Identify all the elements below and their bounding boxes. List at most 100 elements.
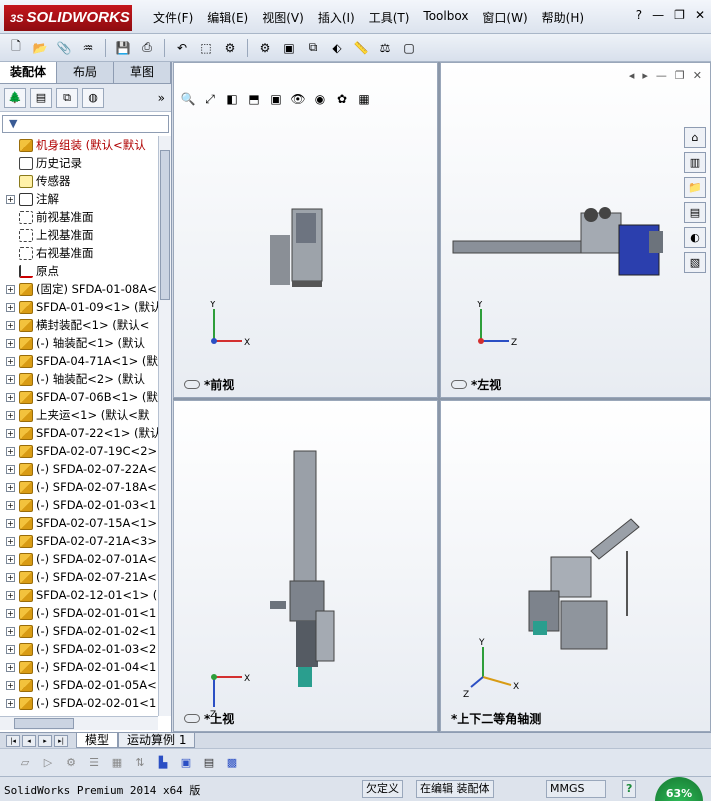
open-icon[interactable]: 📂	[30, 38, 50, 58]
tree-item[interactable]: 历史记录	[0, 154, 158, 172]
expand-icon[interactable]: +	[6, 356, 15, 366]
eye-icon[interactable]	[184, 380, 200, 389]
tree-item[interactable]: + (-) SFDA-02-01-02<1	[0, 622, 158, 640]
scroll-thumb[interactable]	[160, 150, 170, 300]
menu-item[interactable]: 视图(V)	[262, 9, 312, 26]
eye-icon[interactable]	[451, 380, 467, 389]
tree-item[interactable]: + (-) SFDA-02-01-03<1	[0, 496, 158, 514]
options-icon[interactable]: ⚙	[220, 38, 240, 58]
tab-assembly[interactable]: 装配体	[0, 62, 57, 83]
list-icon[interactable]: ☰	[85, 754, 103, 772]
expand-icon[interactable]: +	[6, 446, 15, 456]
tree-item[interactable]: + SFDA-02-12-01<1> (	[0, 586, 158, 604]
expand-icon[interactable]: +	[6, 194, 15, 204]
tab-sketch[interactable]: 草图	[114, 62, 171, 83]
feature-manager-icon[interactable]: 🌲	[4, 87, 26, 108]
tree-item[interactable]: + SFDA-02-07-19C<2> (	[0, 442, 158, 460]
tree-item[interactable]: 机身组装 (默认<默认	[0, 136, 158, 154]
home-icon[interactable]: ⌂	[684, 127, 706, 148]
tree-item[interactable]: + (-) SFDA-02-07-18A<	[0, 478, 158, 496]
expand-icon[interactable]: +	[6, 482, 15, 492]
last-tab-icon[interactable]: ▸|	[54, 734, 68, 747]
tree-item[interactable]: + (-) 轴装配<1> (默认	[0, 334, 158, 352]
tree-item[interactable]: + (-) SFDA-02-07-21A<	[0, 568, 158, 586]
status-help[interactable]: ?	[622, 780, 637, 798]
menu-item[interactable]: 编辑(E)	[207, 9, 256, 26]
configuration-manager-icon[interactable]: ⧉	[56, 87, 78, 108]
grid-icon[interactable]: ▦	[108, 754, 126, 772]
menu-item[interactable]: 插入(I)	[318, 9, 363, 26]
expand-icon[interactable]: +	[6, 500, 15, 510]
tree-item[interactable]: 原点	[0, 262, 158, 280]
sort-icon[interactable]: ⇅	[131, 754, 149, 772]
tree-item[interactable]: 上视基准面	[0, 226, 158, 244]
tree-item[interactable]: 前视基准面	[0, 208, 158, 226]
expand-icon[interactable]: +	[6, 590, 15, 600]
select-icon[interactable]: ⬚	[196, 38, 216, 58]
settings-icon[interactable]: ⚙	[255, 38, 275, 58]
expand-icon[interactable]: +	[6, 554, 15, 564]
tree-layout-icon[interactable]: ▙	[154, 754, 172, 772]
expand-icon[interactable]: +	[6, 338, 15, 348]
tree-item[interactable]: + 注解	[0, 190, 158, 208]
mate-icon[interactable]: ⧉	[303, 38, 323, 58]
viewport-isometric[interactable]: Y X Z *上下二等角轴测	[440, 400, 711, 732]
status-units[interactable]: MMGS	[546, 780, 606, 798]
restore-icon[interactable]: ❐	[674, 8, 685, 22]
prev-tab-icon[interactable]: ◂	[22, 734, 36, 747]
tree-item[interactable]: + (-) SFDA-02-01-05A<	[0, 676, 158, 694]
settings-icon[interactable]: ⚙	[62, 754, 80, 772]
save-icon[interactable]: 💾	[113, 38, 133, 58]
tree-item[interactable]: + SFDA-04-71A<1> (默	[0, 352, 158, 370]
assembly-icon[interactable]: ▣	[279, 38, 299, 58]
expand-icon[interactable]: +	[6, 536, 15, 546]
expand-icon[interactable]: +	[6, 644, 15, 654]
eye-icon[interactable]	[184, 714, 200, 723]
play-icon[interactable]: ▷	[39, 754, 57, 772]
appearances-icon[interactable]: ◐	[684, 227, 706, 248]
tree-item[interactable]: + 上夹运<1> (默认<默	[0, 406, 158, 424]
viewport-close-icon[interactable]: ✕	[693, 69, 702, 82]
scroll-thumb[interactable]	[14, 718, 74, 729]
expand-panel-icon[interactable]: »	[158, 91, 165, 105]
window-icon[interactable]: ▢	[399, 38, 419, 58]
table-icon[interactable]: ▤	[200, 754, 218, 772]
viewport-left[interactable]: ◂ ▸ — ❐ ✕ Y Z ⌂ ▥ 📁 ▤ ◐ ▧ *左视	[440, 62, 711, 398]
expand-icon[interactable]: +	[6, 284, 15, 294]
view-palette-icon[interactable]: ▤	[684, 202, 706, 223]
expand-icon[interactable]: +	[6, 374, 15, 384]
expand-icon[interactable]: +	[6, 680, 15, 690]
mass-icon[interactable]: ⚖	[375, 38, 395, 58]
close-icon[interactable]: ✕	[695, 8, 705, 22]
expand-icon[interactable]: +	[6, 464, 15, 474]
tree-item[interactable]: + SFDA-01-09<1> (默认	[0, 298, 158, 316]
tree-item[interactable]: + (-) SFDA-02-07-01A<	[0, 550, 158, 568]
menu-item[interactable]: 文件(F)	[153, 9, 201, 26]
tree-item[interactable]: + SFDA-02-07-15A<1> (	[0, 514, 158, 532]
viewport-top[interactable]: X Z *上视	[173, 400, 438, 732]
solidworks-logo[interactable]: 3S SOLIDWORKS	[4, 5, 132, 31]
expand-icon[interactable]: +	[6, 626, 15, 636]
tree-item[interactable]: + (固定) SFDA-01-08A<	[0, 280, 158, 298]
first-tab-icon[interactable]: |◂	[6, 734, 20, 747]
pin-icon[interactable]: 📎	[54, 38, 74, 58]
property-manager-icon[interactable]: ▤	[30, 87, 52, 108]
tree-item[interactable]: + SFDA-07-22<1> (默认	[0, 424, 158, 442]
calculate-icon[interactable]: ▱	[16, 754, 34, 772]
undo-icon[interactable]: ↶	[172, 38, 192, 58]
expand-icon[interactable]: +	[6, 518, 15, 528]
menu-item[interactable]: 帮助(H)	[542, 9, 592, 26]
display-manager-icon[interactable]: ◍	[82, 87, 104, 108]
print-icon[interactable]: ⎙	[137, 38, 157, 58]
tree-item[interactable]: + (-) SFDA-02-01-01<1	[0, 604, 158, 622]
expand-icon[interactable]: +	[6, 608, 15, 618]
tab-motion-study[interactable]: 运动算例 1	[118, 733, 196, 748]
tree-item[interactable]: + (-) SFDA-02-01-04<1	[0, 658, 158, 676]
tree-item[interactable]: + SFDA-02-07-21A<3> (	[0, 532, 158, 550]
tree-vertical-scrollbar[interactable]	[158, 136, 171, 716]
save-state-icon[interactable]: ▩	[223, 754, 241, 772]
expand-icon[interactable]: +	[6, 662, 15, 672]
expand-icon[interactable]: +	[6, 320, 15, 330]
expand-icon[interactable]: +	[6, 302, 15, 312]
tab-layout[interactable]: 布局	[57, 62, 114, 83]
